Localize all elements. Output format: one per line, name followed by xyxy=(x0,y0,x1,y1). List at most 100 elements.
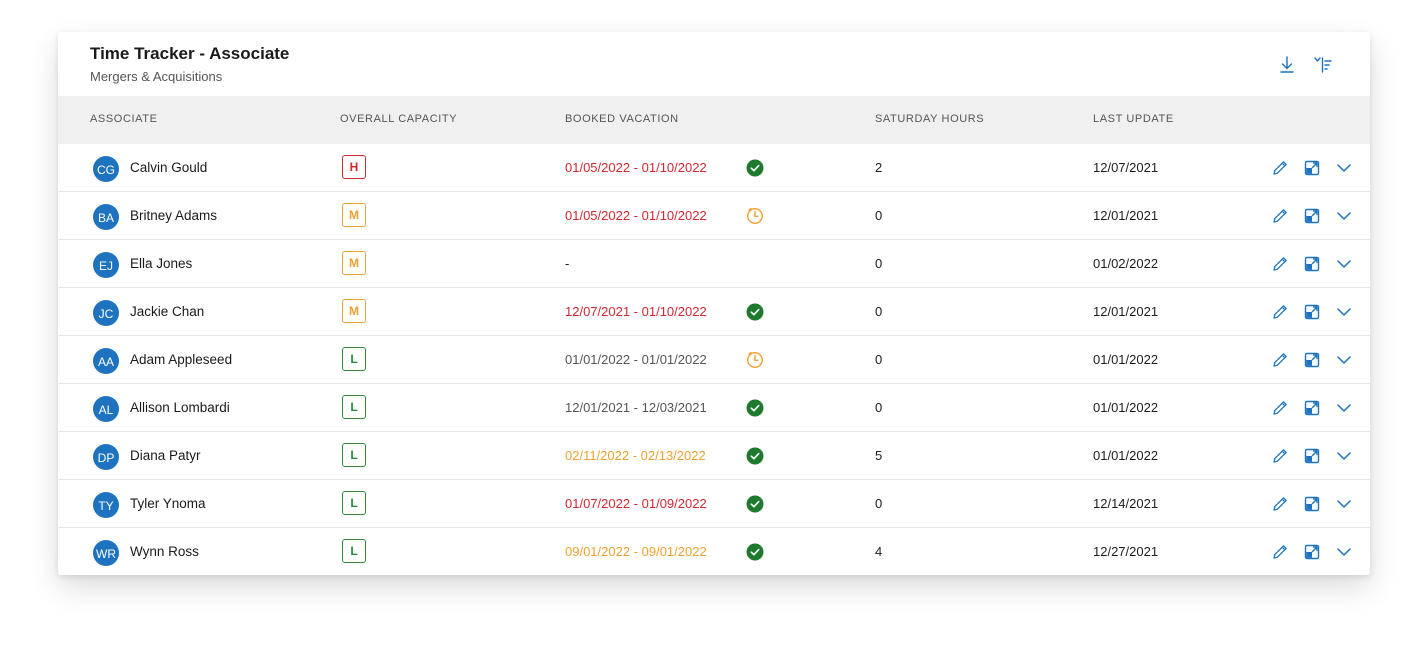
open-window-icon xyxy=(1304,400,1320,416)
associate-name[interactable]: Ella Jones xyxy=(130,256,192,271)
open-window-icon xyxy=(1304,304,1320,320)
approved-check-icon xyxy=(746,543,764,561)
card-header: Time Tracker - Associate Mergers & Acqui… xyxy=(58,32,1370,96)
table-row[interactable]: BA Britney Adams M 01/05/2022 - 01/10/2022 0… xyxy=(58,192,1370,240)
edit-button[interactable] xyxy=(1270,542,1290,562)
chevron-down-icon xyxy=(1337,500,1351,508)
associate-name[interactable]: Tyler Ynoma xyxy=(130,496,206,511)
edit-button[interactable] xyxy=(1270,350,1290,370)
capacity-badge: H xyxy=(342,155,366,179)
booked-vacation: - xyxy=(565,256,570,271)
table-body: CG Calvin Gould H 01/05/2022 - 01/10/2022 2 1… xyxy=(58,144,1370,575)
pencil-icon xyxy=(1273,545,1287,559)
open-details-button[interactable] xyxy=(1302,158,1322,178)
edit-button[interactable] xyxy=(1270,158,1290,178)
open-details-button[interactable] xyxy=(1302,206,1322,226)
open-details-button[interactable] xyxy=(1302,446,1322,466)
sort-filter-button[interactable] xyxy=(1312,54,1334,76)
open-details-button[interactable] xyxy=(1302,302,1322,322)
column-header-updated[interactable]: LAST UPDATE xyxy=(1093,113,1174,125)
last-update: 12/01/2021 xyxy=(1093,304,1159,319)
expand-row-button[interactable] xyxy=(1334,350,1354,370)
capacity-badge: L xyxy=(342,539,366,563)
booked-vacation: 12/07/2021 - 01/10/2022 xyxy=(565,304,707,319)
open-window-icon xyxy=(1304,448,1320,464)
table-row[interactable]: CG Calvin Gould H 01/05/2022 - 01/10/2022 2 1… xyxy=(58,144,1370,192)
approved-check-icon xyxy=(746,303,764,321)
table-row[interactable]: AA Adam Appleseed L 01/01/2022 - 01/01/2022… xyxy=(58,336,1370,384)
saturday-hours: 4 xyxy=(875,544,883,559)
vacation-status xyxy=(746,303,764,321)
last-update: 12/27/2021 xyxy=(1093,544,1159,559)
expand-row-button[interactable] xyxy=(1334,494,1354,514)
last-update: 12/01/2021 xyxy=(1093,208,1159,223)
open-details-button[interactable] xyxy=(1302,494,1322,514)
open-details-button[interactable] xyxy=(1302,254,1322,274)
expand-row-button[interactable] xyxy=(1334,158,1354,178)
associate-name[interactable]: Diana Patyr xyxy=(130,448,201,463)
pencil-icon xyxy=(1273,209,1287,223)
booked-vacation: 12/01/2021 - 12/03/2021 xyxy=(565,400,707,415)
capacity-badge: L xyxy=(342,347,366,371)
open-details-button[interactable] xyxy=(1302,398,1322,418)
edit-button[interactable] xyxy=(1270,446,1290,466)
last-update: 01/02/2022 xyxy=(1093,256,1159,271)
avatar: AL xyxy=(93,396,119,422)
capacity-badge: L xyxy=(342,443,366,467)
column-header-associate[interactable]: ASSOCIATE xyxy=(90,113,158,125)
table-row[interactable]: DP Diana Patyr L 02/11/2022 - 02/13/2022 5 01… xyxy=(58,432,1370,480)
booked-vacation: 02/11/2022 - 02/13/2022 xyxy=(565,448,706,463)
associate-name[interactable]: Adam Appleseed xyxy=(130,352,232,367)
avatar: JC xyxy=(93,300,119,326)
avatar: TY xyxy=(93,492,119,518)
column-header-capacity[interactable]: OVERALL CAPACITY xyxy=(340,113,457,125)
table-row[interactable]: JC Jackie Chan M 12/07/2021 - 01/10/2022 0 12… xyxy=(58,288,1370,336)
open-details-button[interactable] xyxy=(1302,350,1322,370)
associate-name[interactable]: Wynn Ross xyxy=(130,544,199,559)
column-header-saturday[interactable]: SATURDAY HOURS xyxy=(875,113,984,125)
table-row[interactable]: WR Wynn Ross L 09/01/2022 - 09/01/2022 4 12/2… xyxy=(58,528,1370,575)
expand-row-button[interactable] xyxy=(1334,542,1354,562)
expand-row-button[interactable] xyxy=(1334,446,1354,466)
edit-button[interactable] xyxy=(1270,206,1290,226)
expand-row-button[interactable] xyxy=(1334,302,1354,322)
expand-row-button[interactable] xyxy=(1334,254,1354,274)
download-button[interactable] xyxy=(1276,54,1298,76)
capacity-badge: M xyxy=(342,203,366,227)
table-row[interactable]: TY Tyler Ynoma L 01/07/2022 - 01/09/2022 0 12… xyxy=(58,480,1370,528)
vacation-status xyxy=(746,351,764,369)
capacity-badge: M xyxy=(342,299,366,323)
edit-button[interactable] xyxy=(1270,302,1290,322)
last-update: 01/01/2022 xyxy=(1093,352,1159,367)
column-header-vacation[interactable]: BOOKED VACATION xyxy=(565,113,679,125)
associate-name[interactable]: Allison Lombardi xyxy=(130,400,230,415)
saturday-hours: 0 xyxy=(875,352,883,367)
associate-name[interactable]: Calvin Gould xyxy=(130,160,207,175)
avatar: WR xyxy=(93,540,119,566)
associate-name[interactable]: Jackie Chan xyxy=(130,304,204,319)
expand-row-button[interactable] xyxy=(1334,206,1354,226)
pencil-icon xyxy=(1273,449,1287,463)
open-window-icon xyxy=(1304,160,1320,176)
saturday-hours: 5 xyxy=(875,448,883,463)
associate-name[interactable]: Britney Adams xyxy=(130,208,217,223)
edit-button[interactable] xyxy=(1270,494,1290,514)
vacation-status xyxy=(746,495,764,513)
last-update: 01/01/2022 xyxy=(1093,400,1159,415)
chevron-down-icon xyxy=(1337,404,1351,412)
expand-row-button[interactable] xyxy=(1334,398,1354,418)
chevron-down-icon xyxy=(1337,212,1351,220)
capacity-badge: L xyxy=(342,491,366,515)
table-row[interactable]: AL Allison Lombardi L 12/01/2021 - 12/03/20… xyxy=(58,384,1370,432)
edit-button[interactable] xyxy=(1270,254,1290,274)
edit-button[interactable] xyxy=(1270,398,1290,418)
open-details-button[interactable] xyxy=(1302,542,1322,562)
open-window-icon xyxy=(1304,544,1320,560)
avatar: AA xyxy=(93,348,119,374)
booked-vacation: 01/05/2022 - 01/10/2022 xyxy=(565,160,707,175)
booked-vacation: 01/05/2022 - 01/10/2022 xyxy=(565,208,707,223)
approved-check-icon xyxy=(746,159,764,177)
saturday-hours: 0 xyxy=(875,208,883,223)
saturday-hours: 2 xyxy=(875,160,883,175)
table-row[interactable]: EJ Ella Jones M - 0 01/02/2022 xyxy=(58,240,1370,288)
